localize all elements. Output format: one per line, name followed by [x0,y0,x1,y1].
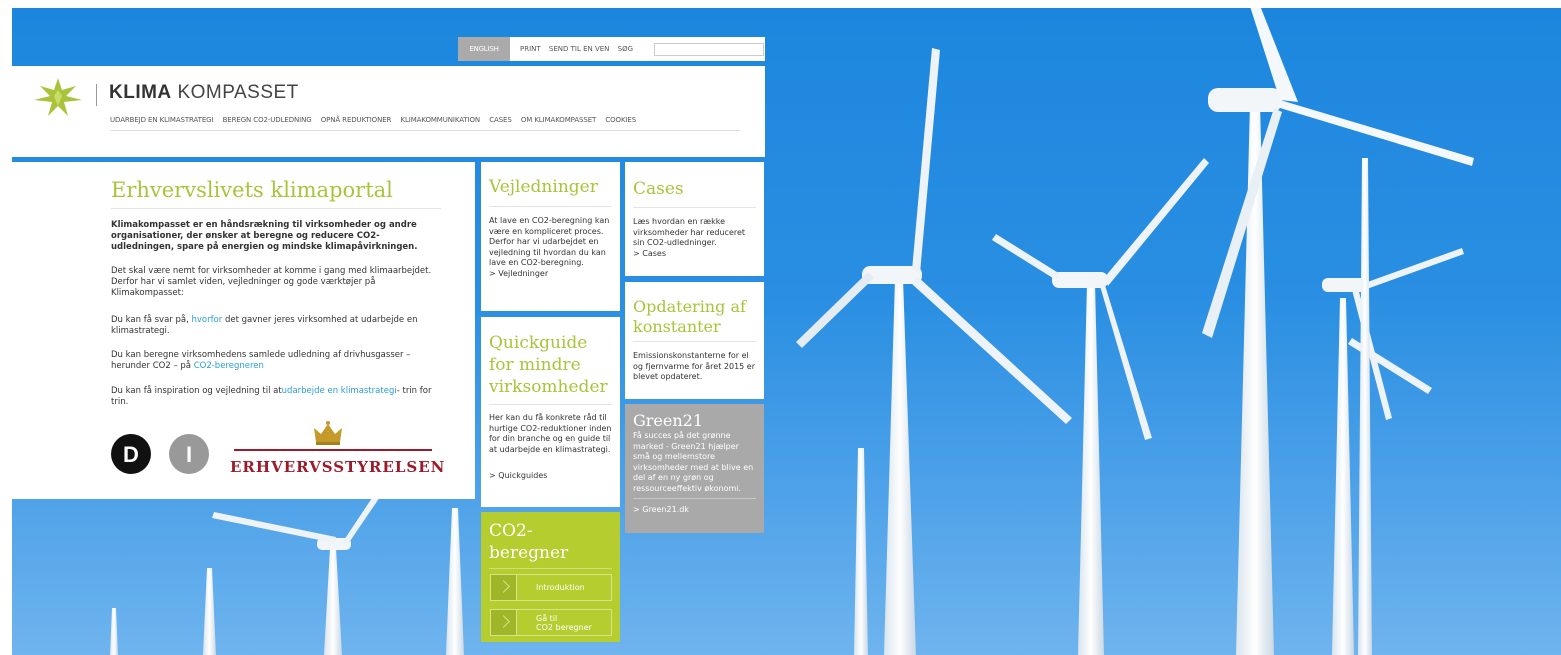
introduktion-button[interactable]: Introduktion [490,574,612,601]
chevron-right-icon [491,575,517,600]
green21-link[interactable]: > Green21.dk [633,505,756,516]
title-divider [111,208,441,209]
intro-paragraph-4: Du kan få inspiration og vejledning til … [111,386,432,407]
crown-icon [314,421,342,445]
opdatering-title: Opdatering af konstanter [633,297,746,336]
svg-text:D: D [123,442,139,467]
vejledninger-text: At lave en CO2-beregning kan være en kom… [489,216,610,267]
co2-beregneren-link[interactable]: CO2-beregneren [194,361,264,371]
di-logo: D I [111,434,209,474]
svg-text:I: I [186,442,192,467]
hvorfor-link[interactable]: hvorfor [191,315,222,325]
quickguide-title: Quickguide for mindre virksomheder [489,333,608,397]
nav-item-reduktioner[interactable]: OPNÅ REDUKTIONER [321,116,392,124]
site-header: KLIMA KOMPASSET UDARBEJD EN KLIMASTRATEG… [12,66,765,157]
cases-divider [633,207,756,208]
erhvervsstyrelsen-line [234,449,432,451]
intro-paragraph-1: Det skal være nemt for virksomheder at k… [111,266,432,298]
cases-box: Cases Læs hvordan en række virksomheder … [625,162,764,276]
klimakompasset-logo-icon[interactable] [32,76,84,118]
green21-box[interactable]: Green21 Få succes på det grønne marked -… [625,404,764,533]
nav-item-om[interactable]: OM KLIMAKOMPASSET [521,116,596,124]
intro-paragraph-3: Du kan beregne virksomhedens samlede udl… [111,350,411,371]
opdatering-divider [633,341,756,342]
cases-text: Læs hvordan en række virksomheder har re… [633,217,746,247]
co2-beregner-box: CO2-beregner Introduktion Gå til CO2 ber… [481,512,620,642]
opdatering-box: Opdatering af konstanter Emissionskonsta… [625,282,764,399]
nav-item-cookies[interactable]: COOKIES [605,116,636,124]
klimastrategi-link[interactable]: udarbejde en klimastrategi [282,386,397,396]
intro-paragraph-2: Du kan få svar på, hvorfor det gavner je… [111,315,418,336]
vejledninger-title: Vejledninger [489,177,598,197]
intro-panel: Erhvervslivets klimaportal Klimakompasse… [12,162,475,499]
introduktion-label: Introduktion [536,583,585,592]
green21-title: Green21 [633,411,704,430]
chevron-right-icon [491,610,517,635]
main-navigation: UDARBEJD EN KLIMASTRATEGI BEREGN CO2-UDL… [110,116,643,124]
print-link[interactable]: PRINT [520,45,541,53]
quickguide-box: Quickguide for mindre virksomheder Her k… [481,317,620,507]
quickguide-text: Her kan du få konkrete råd til hurtige C… [489,413,612,454]
nav-divider [110,130,740,131]
opdatering-text: Emissionskonstanterne for el og fjernvar… [633,351,756,381]
english-button[interactable]: ENGLISH [458,37,510,61]
quickguide-divider [489,404,612,405]
erhvervsstyrelsen-logo: ERHVERVSSTYRELSEN [230,458,446,476]
green21-divider [633,498,756,499]
nav-item-beregn[interactable]: BEREGN CO2-UDLEDNING [223,116,312,124]
nav-item-cases[interactable]: CASES [489,116,512,124]
site-logo-text[interactable]: KLIMA KOMPASSET [109,82,299,104]
search-input[interactable] [654,43,764,56]
intro-lead: Klimakompasset er en håndsrækning til vi… [111,220,418,252]
send-to-friend-link[interactable]: SEND TIL EN VEN [549,45,610,53]
nav-item-klimakommunikation[interactable]: KLIMAKOMMUNIKATION [400,116,480,124]
vejledninger-divider [489,206,612,207]
logo-separator [96,84,97,106]
cases-title: Cases [633,179,684,199]
top-utility-bar: ENGLISH PRINT SEND TIL EN VEN SØG [458,37,765,61]
gaa-til-label: Gå til CO2 beregner [536,614,592,632]
green21-text: Få succes på det grønne marked - Green21… [633,431,754,493]
search-label[interactable]: SØG [618,45,633,53]
utility-links: PRINT SEND TIL EN VEN SØG [520,37,639,61]
quickguide-link[interactable]: > Quickguides [489,471,612,482]
cases-link[interactable]: > Cases [633,249,756,260]
gaa-til-co2-beregner-button[interactable]: Gå til CO2 beregner [490,609,612,636]
nav-item-klimastrategi[interactable]: UDARBEJD EN KLIMASTRATEGI [110,116,214,124]
vejledninger-link[interactable]: > Vejledninger [489,269,612,280]
page-title: Erhvervslivets klimaportal [111,178,393,202]
co2-divider [489,568,612,569]
co2-beregner-title: CO2-beregner [489,521,569,563]
vejledninger-box: Vejledninger At lave en CO2-beregning ka… [481,162,620,311]
